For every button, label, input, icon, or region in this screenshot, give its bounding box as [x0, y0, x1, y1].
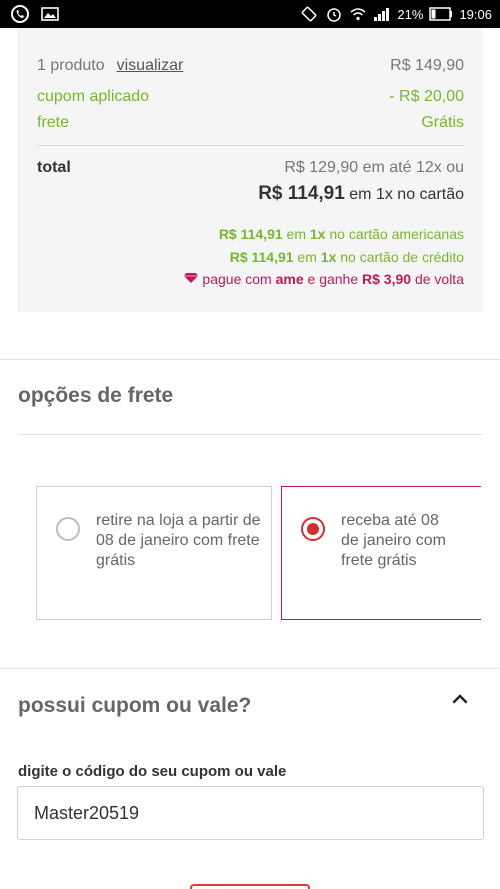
coupon-applied-label: cupom aplicado — [37, 88, 150, 105]
shipping-title-divider — [18, 434, 483, 435]
credit-suffix: no cartão de crédito — [336, 249, 464, 265]
total-label: total — [37, 159, 71, 176]
credit-price: R$ 114,91 — [229, 249, 294, 265]
clock: 19:06 — [459, 6, 492, 22]
credit-card-offer: R$ 114,91 em 1x no cartão de crédito — [230, 249, 464, 265]
coupon-section-title: possui cupom ou vale? — [18, 694, 252, 717]
vibrate-icon — [299, 5, 319, 23]
whatsapp-icon — [10, 4, 30, 24]
order-summary: 1 produto visualizar R$ 149,90 cupom apl… — [17, 28, 483, 312]
ame-prefix: pague com — [202, 271, 276, 287]
shipping-options-title: opções de frete — [18, 384, 174, 407]
americanas-mid: em — [282, 226, 310, 242]
shipping-value: Grátis — [421, 114, 464, 131]
radio-unselected[interactable] — [56, 517, 80, 541]
product-price: R$ 149,90 — [390, 57, 464, 74]
americanas-card-offer: R$ 114,91 em 1x no cartão americanas — [219, 226, 464, 242]
coupon-discount-value: - R$ 20,00 — [389, 88, 464, 105]
americanas-suffix: no cartão americanas — [325, 226, 464, 242]
shipping-label: frete — [37, 114, 70, 131]
wifi-icon — [349, 5, 367, 23]
cash-price-suffix: em 1x no cartão — [344, 186, 464, 203]
installment-price: R$ 129,90 em até 12x ou — [284, 159, 464, 176]
status-bar: 21% 19:06 — [0, 0, 500, 28]
product-row: 1 produto visualizar R$ 149,90 — [37, 57, 464, 75]
shipping-option-delivery[interactable]: receba até 08 de janeiro com frete grátis — [281, 486, 481, 620]
americanas-price: R$ 114,91 — [218, 226, 283, 242]
shipping-option-text: retire na loja a partir de 08 de janeiro… — [96, 512, 261, 569]
coupon-field-label: digite o código do seu cupom ou vale — [18, 763, 287, 780]
radio-selected[interactable] — [301, 517, 325, 541]
cash-price: R$ 114,91 — [258, 183, 345, 204]
shipping-option-text: receba até 08 de janeiro com frete grátis — [341, 512, 446, 569]
shipping-row: frete Grátis — [37, 114, 464, 132]
coupon-code-input[interactable] — [17, 786, 484, 840]
ame-cashback: R$ 3,90 — [362, 271, 412, 287]
product-count: 1 produto — [37, 57, 105, 74]
coupon-row: cupom aplicado - R$ 20,00 — [37, 88, 464, 106]
shipping-option-pickup[interactable]: retire na loja a partir de 08 de janeiro… — [36, 486, 272, 620]
signal-icon — [373, 6, 391, 22]
diamond-icon — [183, 271, 199, 287]
ame-brand: ame — [275, 271, 304, 287]
credit-mid: em — [293, 249, 321, 265]
battery-percent: 21% — [397, 6, 424, 22]
section-divider — [0, 359, 500, 360]
view-products-link[interactable]: visualizar — [117, 57, 184, 75]
alarm-icon — [325, 5, 343, 23]
chevron-up-icon[interactable] — [449, 688, 471, 710]
cash-price-line: R$ 114,91 em 1x no cartão — [258, 183, 464, 205]
ame-mid: e ganhe — [303, 271, 363, 287]
gallery-icon — [40, 4, 60, 24]
section-divider — [0, 668, 500, 669]
battery-icon — [429, 7, 453, 21]
ame-cashback-offer: pague com ame e ganhe R$ 3,90 de volta — [183, 271, 464, 287]
credit-times: 1x — [320, 249, 337, 265]
summary-divider — [37, 145, 464, 146]
apply-coupon-button[interactable] — [190, 884, 310, 889]
americanas-times: 1x — [309, 226, 326, 242]
ame-suffix: de volta — [411, 271, 464, 287]
